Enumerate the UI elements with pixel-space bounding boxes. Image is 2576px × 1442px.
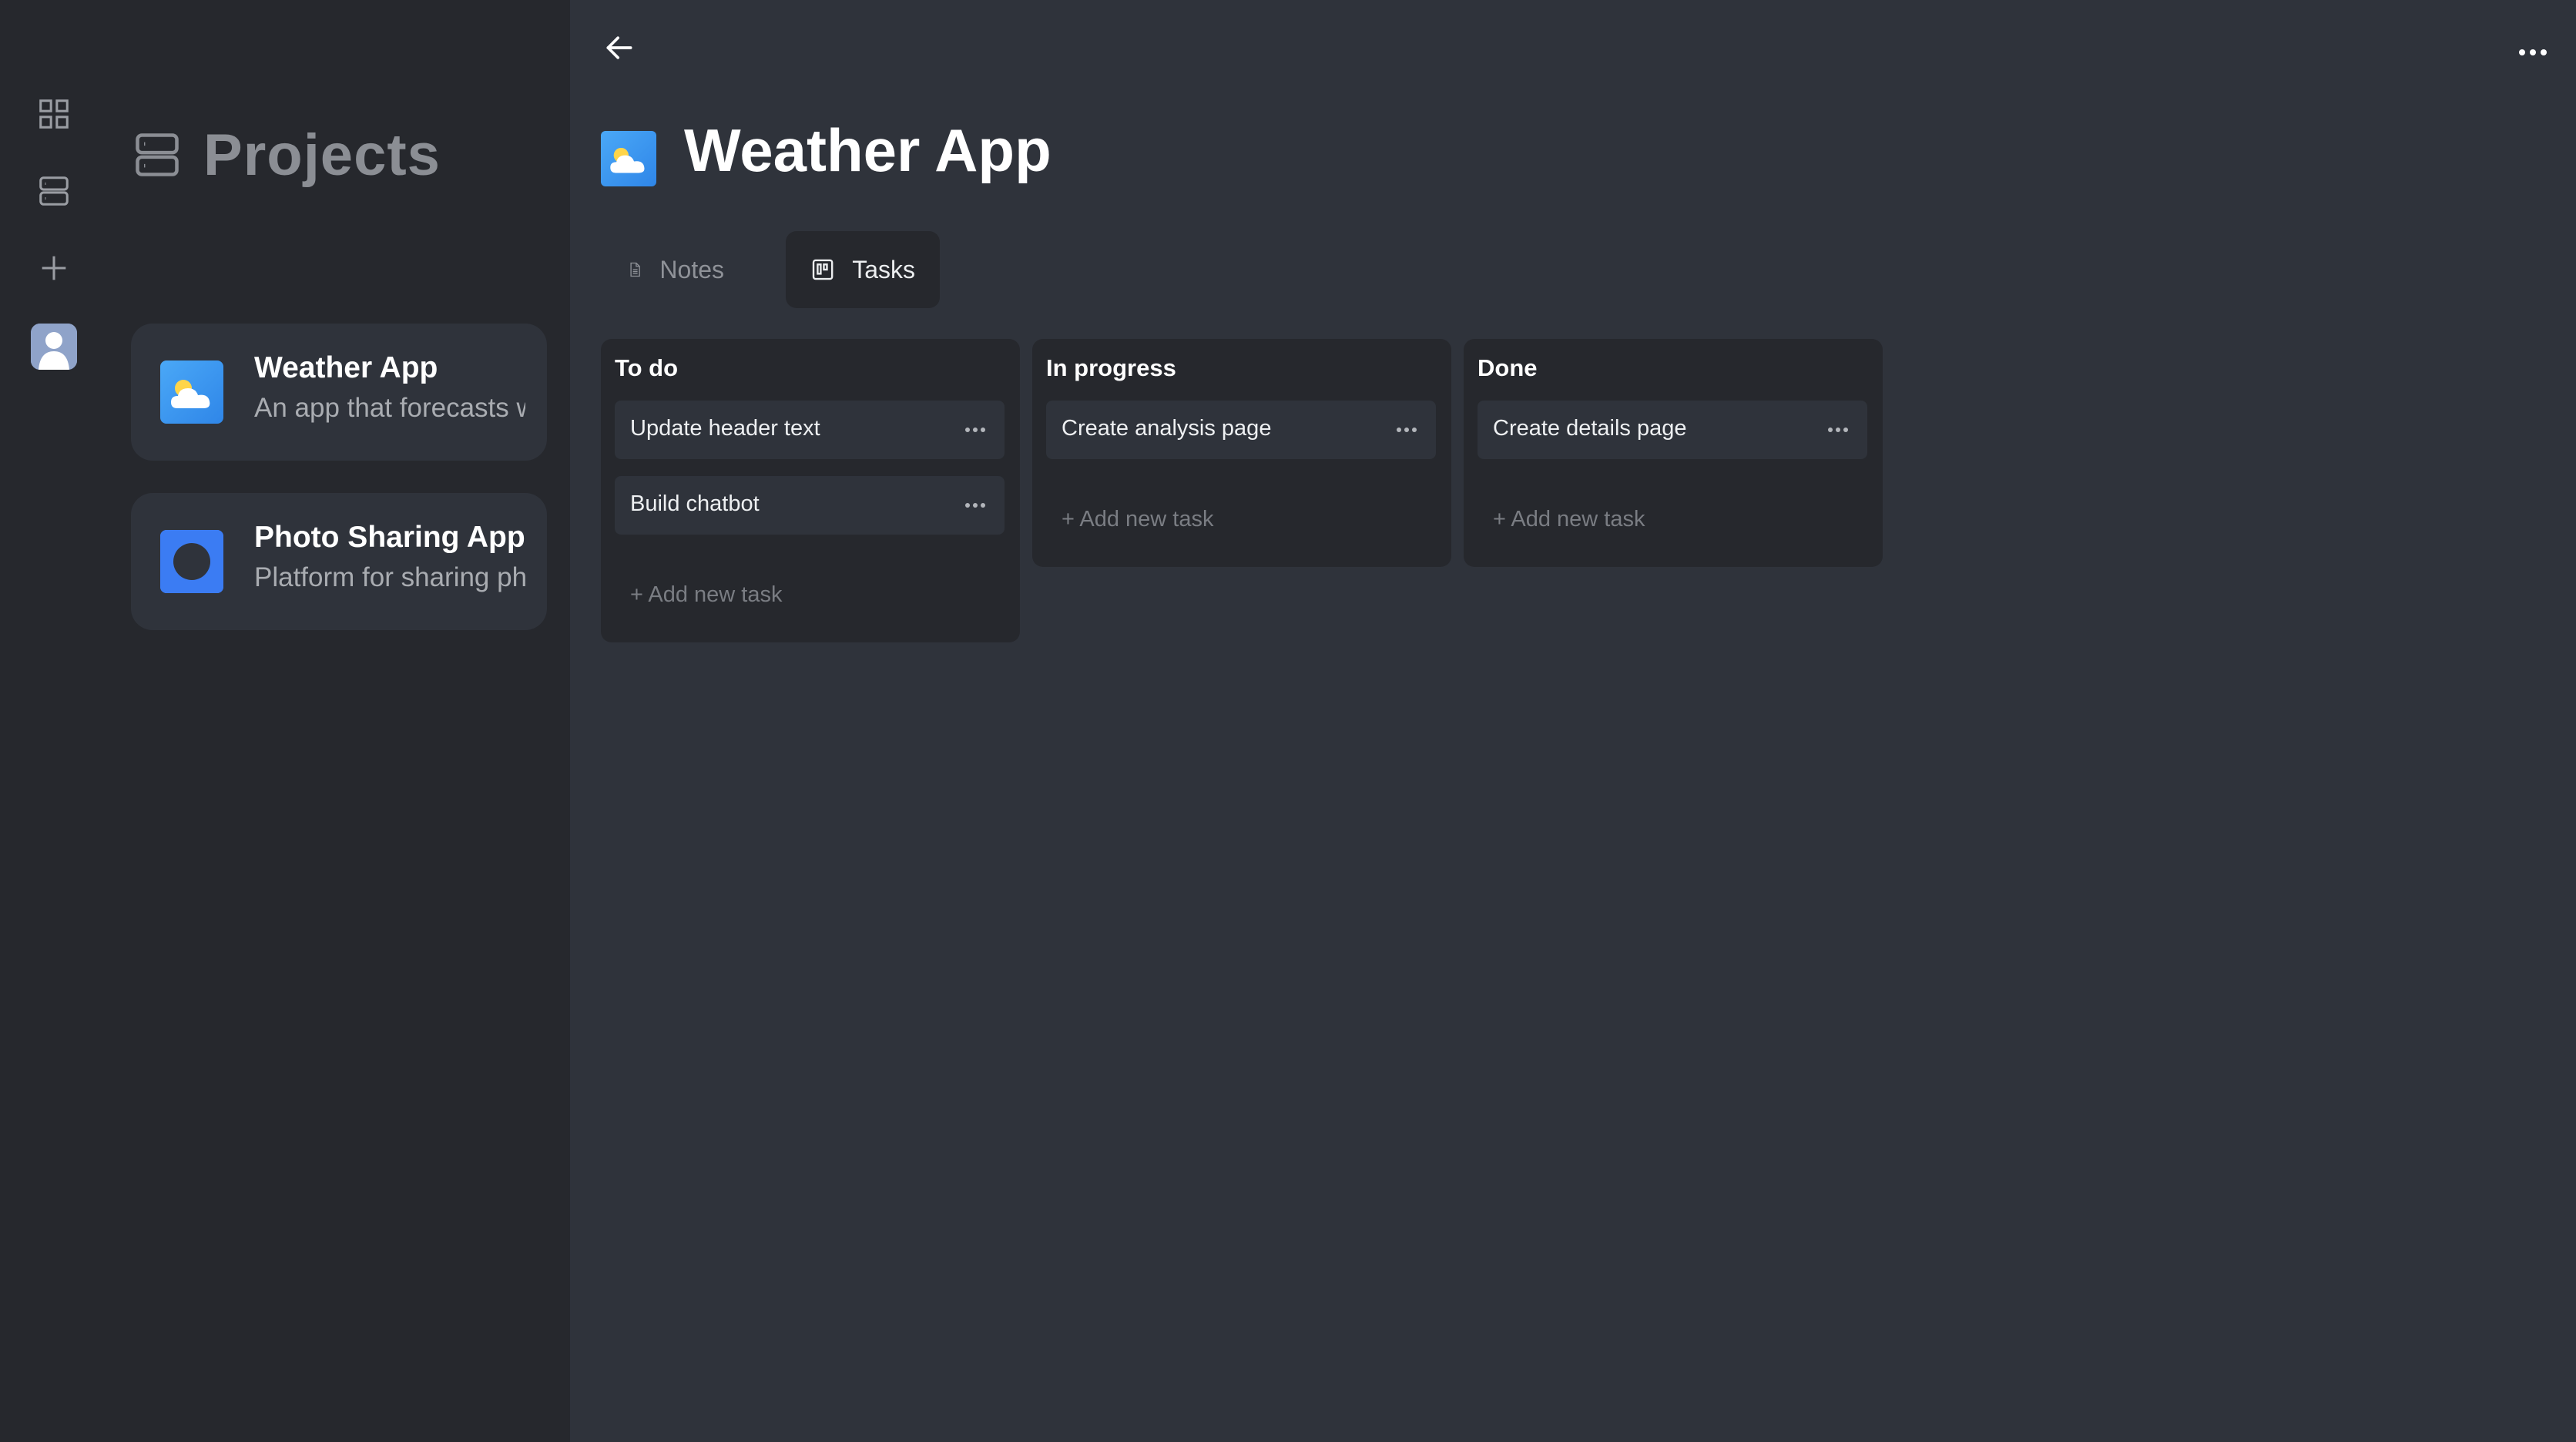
more-options-icon[interactable] — [1393, 416, 1420, 444]
add-icon[interactable] — [31, 245, 77, 291]
more-options-icon[interactable] — [961, 491, 989, 519]
projects-icon[interactable] — [31, 168, 77, 214]
task-card[interactable]: Build chatbot — [615, 476, 1005, 535]
document-icon — [630, 262, 640, 277]
projects-icon — [136, 133, 179, 176]
task-card[interactable]: Create analysis page — [1046, 401, 1436, 459]
kanban-icon — [812, 259, 834, 280]
more-options-icon[interactable] — [1824, 416, 1852, 444]
main-content — [570, 0, 2576, 1442]
project-name: Weather App — [254, 351, 438, 384]
more-options-icon[interactable] — [961, 416, 989, 444]
board-column-todo: To do Update header text Build chatbot +… — [601, 339, 1020, 642]
task-title: Update header text — [630, 416, 820, 441]
tab-label: Notes — [659, 255, 724, 283]
tab-notes[interactable]: Notes — [602, 231, 749, 308]
user-avatar[interactable] — [31, 324, 77, 370]
weather-cloud-icon — [160, 360, 223, 424]
icon-rail — [0, 0, 108, 1442]
project-description: Platform for sharing photos — [254, 562, 525, 592]
project-name: Photo Sharing App — [254, 521, 525, 554]
sidebar-title: Projects — [203, 122, 441, 188]
add-task-button[interactable]: + Add new task — [1493, 507, 1645, 532]
add-task-button[interactable]: + Add new task — [630, 582, 783, 608]
tab-tasks[interactable]: Tasks — [786, 231, 940, 308]
dashboard-grid-icon[interactable] — [31, 91, 77, 137]
task-title: Build chatbot — [630, 491, 760, 516]
column-title: To do — [615, 354, 679, 381]
photo-app-icon — [160, 530, 223, 593]
project-card-weather-app[interactable]: Weather App An app that forecasts weathe… — [131, 324, 547, 461]
task-card[interactable]: Create details page — [1478, 401, 1867, 459]
projects-sidebar — [108, 0, 570, 1442]
task-title: Create analysis page — [1062, 416, 1272, 441]
tab-label: Tasks — [852, 255, 915, 283]
board-column-in-progress: In progress Create analysis page + Add n… — [1032, 339, 1451, 567]
task-card[interactable]: Update header text — [615, 401, 1005, 459]
add-task-button[interactable]: + Add new task — [1062, 507, 1214, 532]
column-title: In progress — [1046, 354, 1176, 381]
sidebar-header: Projects — [131, 120, 441, 189]
project-description: An app that forecasts weather — [254, 393, 525, 423]
more-options-icon[interactable] — [2516, 39, 2550, 66]
page-title: Weather App — [684, 116, 1052, 184]
weather-cloud-icon — [601, 131, 656, 186]
board-column-done: Done Create details page + Add new task — [1464, 339, 1883, 567]
column-title: Done — [1478, 354, 1538, 381]
back-arrow-icon[interactable] — [602, 31, 636, 65]
task-title: Create details page — [1493, 416, 1687, 441]
project-card-photo-sharing-app[interactable]: Photo Sharing App Platform for sharing p… — [131, 493, 547, 630]
